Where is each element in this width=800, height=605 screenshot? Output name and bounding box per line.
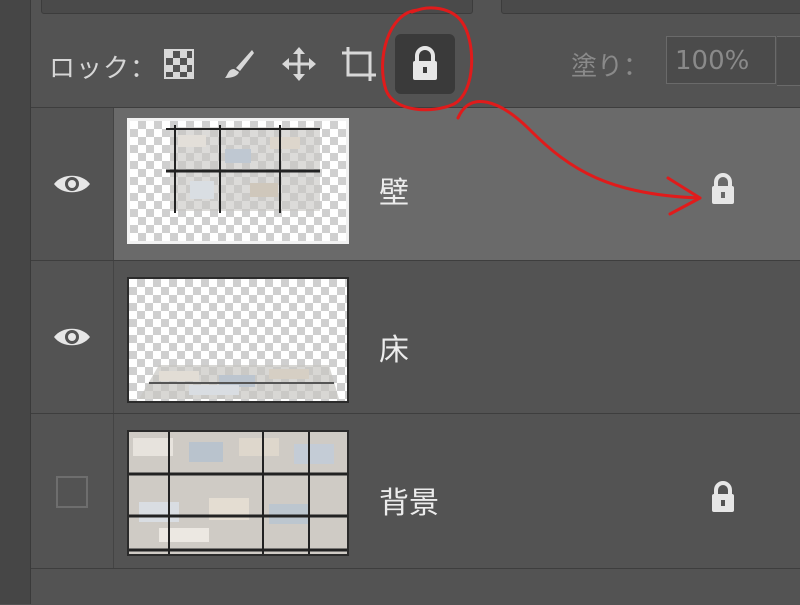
layer-name-background[interactable]: 背景 [379, 478, 439, 522]
layer-thumbnail-background [127, 430, 349, 556]
layer-name-wall[interactable]: 壁 [379, 168, 409, 212]
lock-label: ロック： [49, 54, 158, 84]
layer-lock-icon [708, 480, 738, 518]
move-position-lock-icon[interactable] [279, 44, 319, 84]
checker-transparency-lock-icon[interactable] [159, 44, 199, 84]
fill-label: 塗り： [571, 52, 650, 82]
visibility-toggle[interactable] [31, 108, 114, 260]
layer-name-floor[interactable]: 床 [379, 325, 409, 369]
brush-image-lock-icon[interactable] [219, 44, 259, 84]
layer-row-background[interactable]: 背景 [31, 413, 800, 569]
layers-panel: ロック： 塗り： 100% 壁 床 背景 [31, 0, 800, 605]
blend-mode-select[interactable] [41, 0, 473, 14]
visibility-toggle[interactable] [31, 261, 114, 413]
visibility-toggle[interactable] [31, 414, 114, 569]
lock-options-bar: ロック： 塗り： 100% [31, 22, 800, 106]
panel-bottom-bar [31, 568, 800, 605]
visibility-off-box[interactable] [56, 475, 88, 508]
eye-icon [54, 175, 90, 193]
opacity-field[interactable] [501, 0, 800, 14]
fill-input[interactable]: 100% [666, 36, 776, 84]
layer-row-floor[interactable]: 床 [31, 260, 800, 413]
layer-thumbnail-floor [127, 277, 349, 403]
panel-top-bar [31, 0, 800, 22]
eye-icon [54, 328, 90, 346]
layer-row-wall[interactable]: 壁 [31, 107, 800, 260]
layer-lock-icon [708, 172, 738, 210]
left-edge-strip [0, 0, 31, 604]
artboard-lock-icon[interactable] [339, 44, 379, 84]
fill-dropdown-toggle[interactable] [777, 36, 800, 86]
layer-thumbnail-wall [127, 118, 349, 244]
lock-all-icon[interactable] [395, 34, 455, 94]
